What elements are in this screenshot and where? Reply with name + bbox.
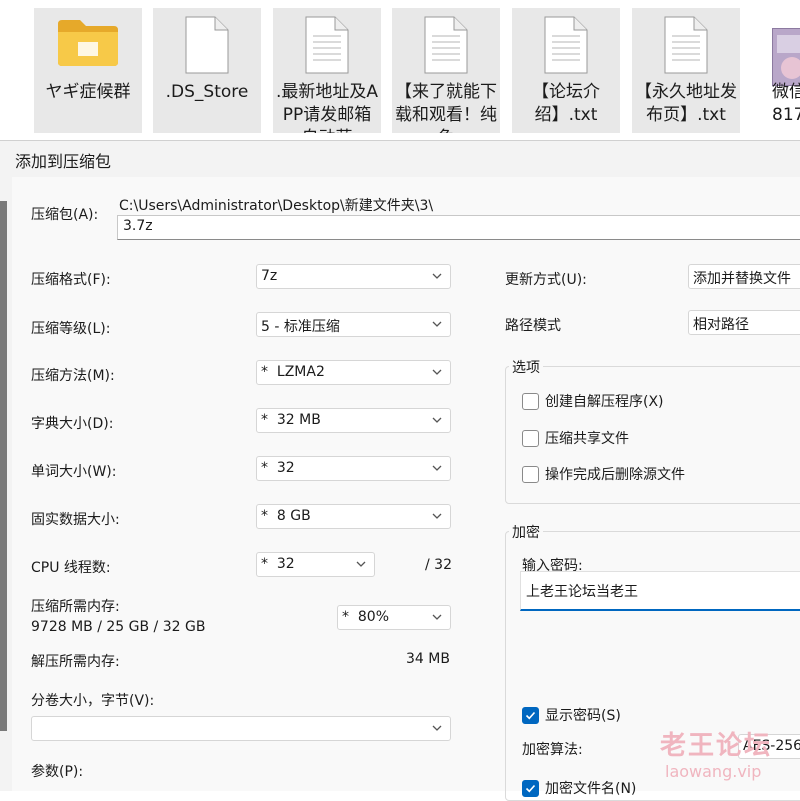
volume-size-label: 分卷大小，字节(V): (31, 693, 155, 709)
solid-size-select[interactable]: * 8 GB (256, 504, 451, 529)
file-name: .DS_Store (165, 82, 249, 102)
file-explorer-strip: ヤギ症候群 .DS_Store .最新地址及APP请发邮箱自动获 (0, 0, 800, 140)
method-value: * LZMA2 (261, 364, 325, 380)
dictionary-select[interactable]: * 32 MB (256, 408, 451, 433)
chevron-down-icon (432, 465, 442, 471)
path-mode-select[interactable]: 相对路径 (688, 310, 800, 335)
document-icon (544, 16, 588, 78)
compress-shared-checkbox[interactable]: 压缩共享文件 (522, 428, 629, 448)
format-label: 压缩格式(F): (31, 272, 111, 288)
watermark-url: laowang.vip (665, 762, 762, 781)
update-mode-value: 添加并替换文件 (693, 271, 791, 287)
parameters-label: 参数(P): (31, 764, 84, 780)
file-tile-document[interactable]: .最新地址及APP请发邮箱自动获 (273, 8, 381, 133)
dialog-title: 添加到压缩包 (15, 152, 112, 171)
file-tile-folder[interactable]: ヤギ症候群 (34, 8, 142, 133)
path-mode-label: 路径模式 (505, 318, 561, 334)
chevron-down-icon (432, 513, 442, 519)
level-select[interactable]: 5 - 标准压缩 (256, 312, 451, 337)
word-size-value: * 32 (261, 460, 295, 476)
password-input[interactable]: 上老王论坛当老王 (520, 571, 800, 611)
compress-shared-label: 压缩共享文件 (545, 431, 629, 447)
document-icon (664, 16, 708, 78)
memory-decompress-label: 解压所需内存: (31, 654, 120, 670)
add-to-archive-dialog: 添加到压缩包 压缩包(A): C:\Users\Administrator\De… (0, 140, 800, 801)
word-size-select[interactable]: * 32 (256, 456, 451, 481)
file-tile-document[interactable]: 【论坛介绍】.txt (512, 8, 620, 133)
file-tile-document[interactable]: 【来了就能下载和观看！纯免 (392, 8, 500, 133)
memory-percent-value: * 80% (342, 609, 390, 625)
cpu-threads-total: / 32 (425, 557, 452, 573)
chevron-down-icon (432, 369, 442, 375)
folder-icon (56, 16, 120, 72)
encryption-group-title: 加密 (509, 522, 543, 542)
create-sfx-checkbox[interactable]: 创建自解压程序(X) (522, 391, 664, 411)
dictionary-value: * 32 MB (261, 412, 321, 428)
word-size-label: 单词大小(W): (31, 464, 117, 480)
dictionary-label: 字典大小(D): (31, 416, 114, 432)
path-mode-value: 相对路径 (693, 317, 749, 333)
encrypt-names-label: 加密文件名(N) (545, 781, 637, 797)
update-mode-select[interactable]: 添加并替换文件 (688, 264, 800, 289)
memory-compress-label: 压缩所需内存: (31, 599, 120, 615)
encryption-method-label: 加密算法: (522, 742, 583, 758)
checkmark-icon (525, 711, 536, 719)
file-name: .最新地址及APP请发邮箱自动获 (275, 82, 379, 133)
chevron-down-icon (432, 725, 442, 731)
file-name: ヤギ症候群 (45, 82, 131, 102)
checkmark-icon (525, 784, 536, 792)
file-name: 【永久地址发布页】.txt (635, 82, 737, 125)
options-group-title: 选项 (509, 357, 543, 377)
checkbox-box[interactable] (522, 465, 539, 483)
chevron-down-icon (356, 561, 366, 567)
cpu-threads-value: * 32 (261, 556, 295, 572)
file-name: 【来了就能下载和观看！纯免 (395, 82, 497, 133)
cpu-threads-label: CPU 线程数: (31, 560, 111, 576)
file-tile-document[interactable]: 【永久地址发布页】.txt (632, 8, 740, 133)
archive-label: 压缩包(A): (31, 207, 99, 223)
level-value: 5 - 标准压缩 (261, 319, 340, 335)
chevron-down-icon (432, 321, 442, 327)
solid-size-value: * 8 GB (261, 508, 311, 524)
encrypt-names-checkbox[interactable]: 加密文件名(N) (522, 778, 636, 798)
memory-compress-value: 9728 MB / 25 GB / 32 GB (31, 619, 206, 635)
archive-name-input[interactable]: 3.7z (117, 215, 800, 240)
delete-after-checkbox[interactable]: 操作完成后删除源文件 (522, 464, 685, 484)
memory-decompress-value: 34 MB (406, 651, 450, 667)
checkbox-box[interactable] (522, 429, 539, 447)
memory-percent-select[interactable]: * 80% (337, 605, 451, 630)
document-icon (185, 16, 229, 78)
format-value: 7z (261, 268, 278, 284)
password-value: 上老王论坛当老王 (526, 584, 638, 600)
document-icon (305, 16, 349, 78)
archive-path: C:\Users\Administrator\Desktop\新建文件夹\3\ (119, 198, 434, 214)
document-icon (424, 16, 468, 78)
delete-after-label: 操作完成后删除源文件 (545, 467, 685, 483)
file-name: 微信_202 8175 (772, 82, 800, 125)
window-edge (0, 201, 7, 731)
file-name: 【论坛介绍】.txt (532, 82, 600, 125)
solid-size-label: 固实数据大小: (31, 512, 120, 528)
checkbox-box[interactable] (522, 779, 539, 797)
level-label: 压缩等级(L): (31, 321, 111, 337)
cpu-threads-select[interactable]: * 32 (256, 552, 375, 577)
chevron-down-icon (432, 273, 442, 279)
method-label: 压缩方法(M): (31, 368, 115, 384)
update-mode-label: 更新方式(U): (505, 272, 587, 288)
volume-size-select[interactable] (31, 716, 451, 741)
format-select[interactable]: 7z (256, 264, 451, 289)
show-password-checkbox[interactable]: 显示密码(S) (522, 705, 621, 725)
file-tile-image[interactable]: 微信_202 8175 (752, 8, 800, 133)
checkbox-box[interactable] (522, 392, 539, 410)
show-password-label: 显示密码(S) (545, 708, 621, 724)
chevron-down-icon (432, 614, 442, 620)
checkbox-box[interactable] (522, 706, 539, 724)
chevron-down-icon (432, 417, 442, 423)
create-sfx-label: 创建自解压程序(X) (545, 394, 664, 410)
method-select[interactable]: * LZMA2 (256, 360, 451, 385)
image-thumbnail-icon (772, 28, 800, 86)
file-tile-document[interactable]: .DS_Store (153, 8, 261, 133)
watermark-text: 老王论坛 (660, 731, 773, 761)
